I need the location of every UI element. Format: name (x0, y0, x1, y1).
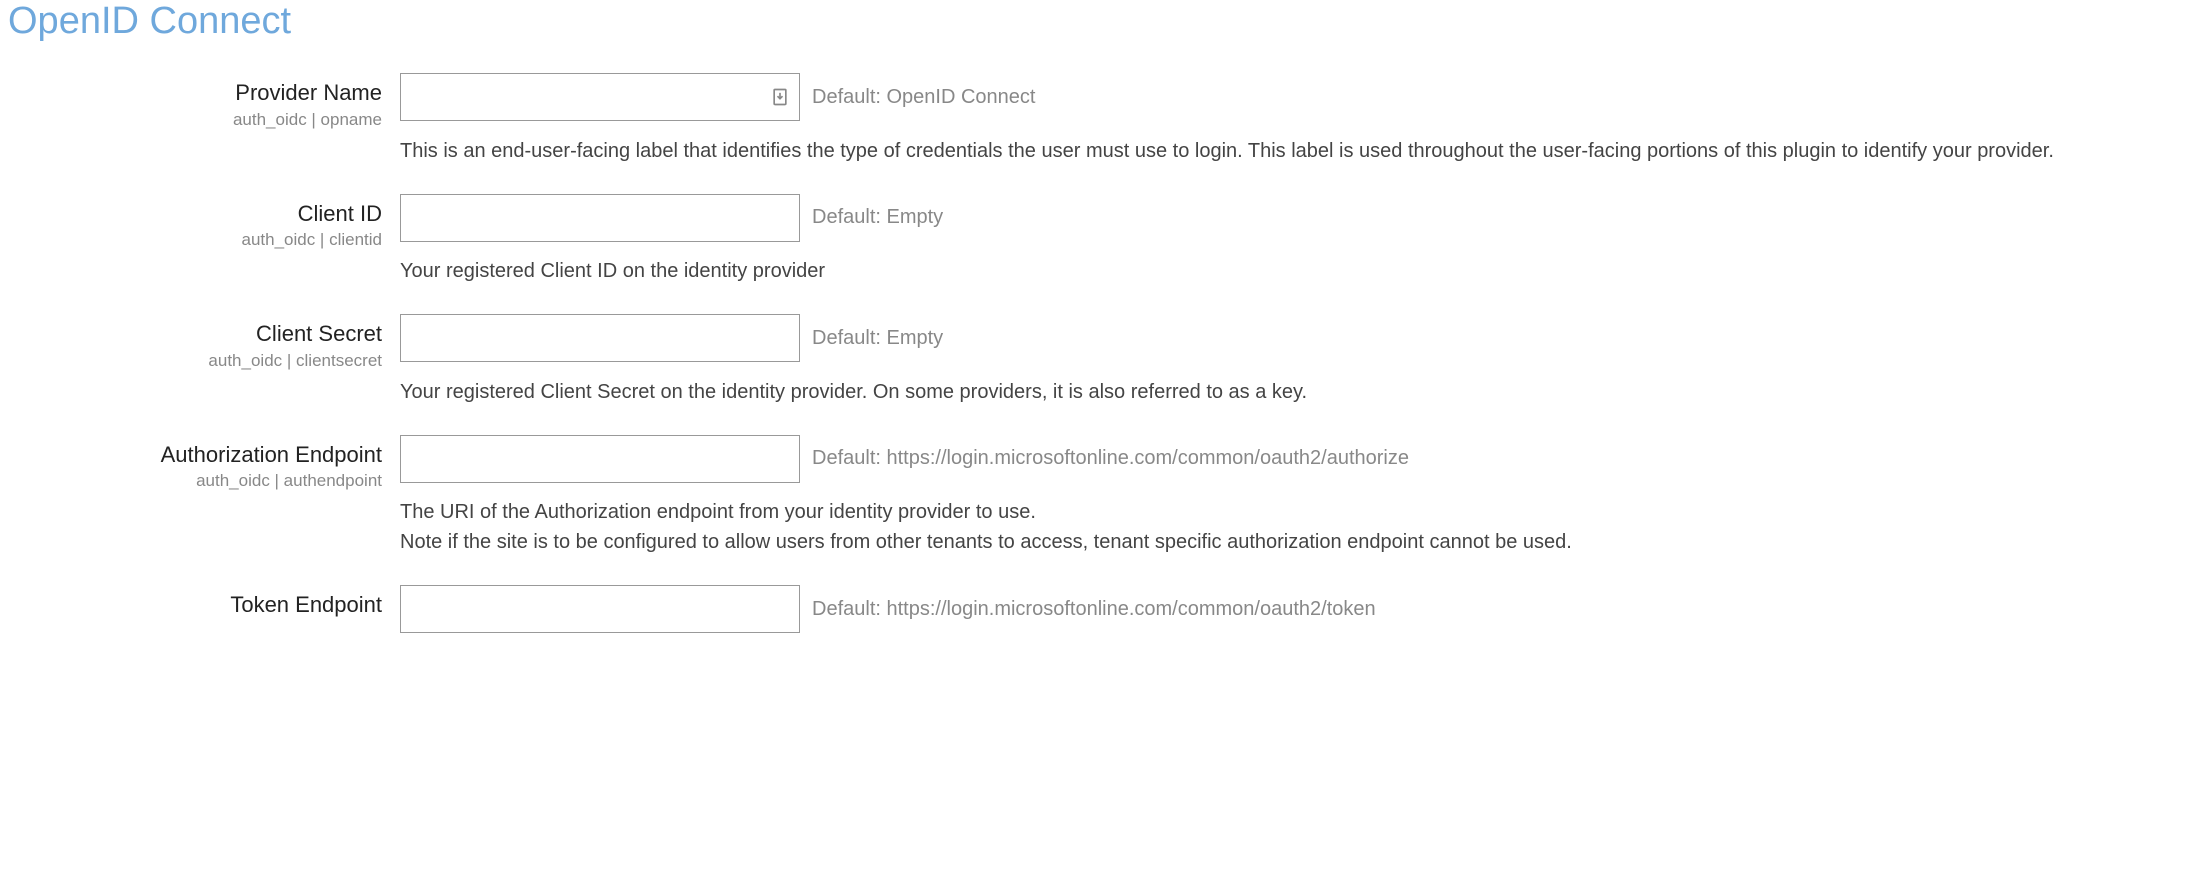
setting-key-provider-name: auth_oidc | opname (0, 110, 382, 130)
auth-endpoint-input[interactable] (400, 435, 800, 483)
setting-label-client-id: Client ID (0, 200, 382, 229)
setting-description-client-secret: Your registered Client Secret on the ide… (400, 377, 1327, 407)
setting-row-client-id: Client ID auth_oidc | clientid Default: … (0, 194, 2206, 251)
setting-label-auth-endpoint: Authorization Endpoint (0, 441, 382, 470)
setting-default-client-id: Default: Empty (812, 206, 943, 229)
setting-description-provider-name: This is an end-user-facing label that id… (400, 136, 2074, 166)
setting-key-client-secret: auth_oidc | clientsecret (0, 351, 382, 371)
setting-default-client-secret: Default: Empty (812, 327, 943, 350)
setting-description-auth-endpoint: The URI of the Authorization endpoint fr… (400, 497, 1592, 557)
setting-row-client-secret: Client Secret auth_oidc | clientsecret D… (0, 314, 2206, 371)
setting-row-auth-endpoint: Authorization Endpoint auth_oidc | authe… (0, 435, 2206, 492)
client-id-input[interactable] (400, 194, 800, 242)
settings-form: Provider Name auth_oidc | opname Default… (0, 73, 2206, 633)
setting-row-token-endpoint: Token Endpoint Default: https://login.mi… (0, 585, 2206, 633)
setting-row-provider-name: Provider Name auth_oidc | opname Default… (0, 73, 2206, 130)
setting-key-client-id: auth_oidc | clientid (0, 230, 382, 250)
setting-default-token-endpoint: Default: https://login.microsoftonline.c… (812, 598, 1376, 621)
client-secret-input[interactable] (400, 314, 800, 362)
token-endpoint-input[interactable] (400, 585, 800, 633)
page-title: OpenID Connect (0, 0, 2206, 43)
setting-default-provider-name: Default: OpenID Connect (812, 86, 1035, 109)
setting-label-token-endpoint: Token Endpoint (0, 591, 382, 620)
setting-label-client-secret: Client Secret (0, 320, 382, 349)
setting-key-auth-endpoint: auth_oidc | authendpoint (0, 471, 382, 491)
provider-name-input[interactable] (400, 73, 800, 121)
setting-label-provider-name: Provider Name (0, 79, 382, 108)
setting-default-auth-endpoint: Default: https://login.microsoftonline.c… (812, 447, 1409, 470)
setting-description-client-id: Your registered Client ID on the identit… (400, 256, 845, 286)
